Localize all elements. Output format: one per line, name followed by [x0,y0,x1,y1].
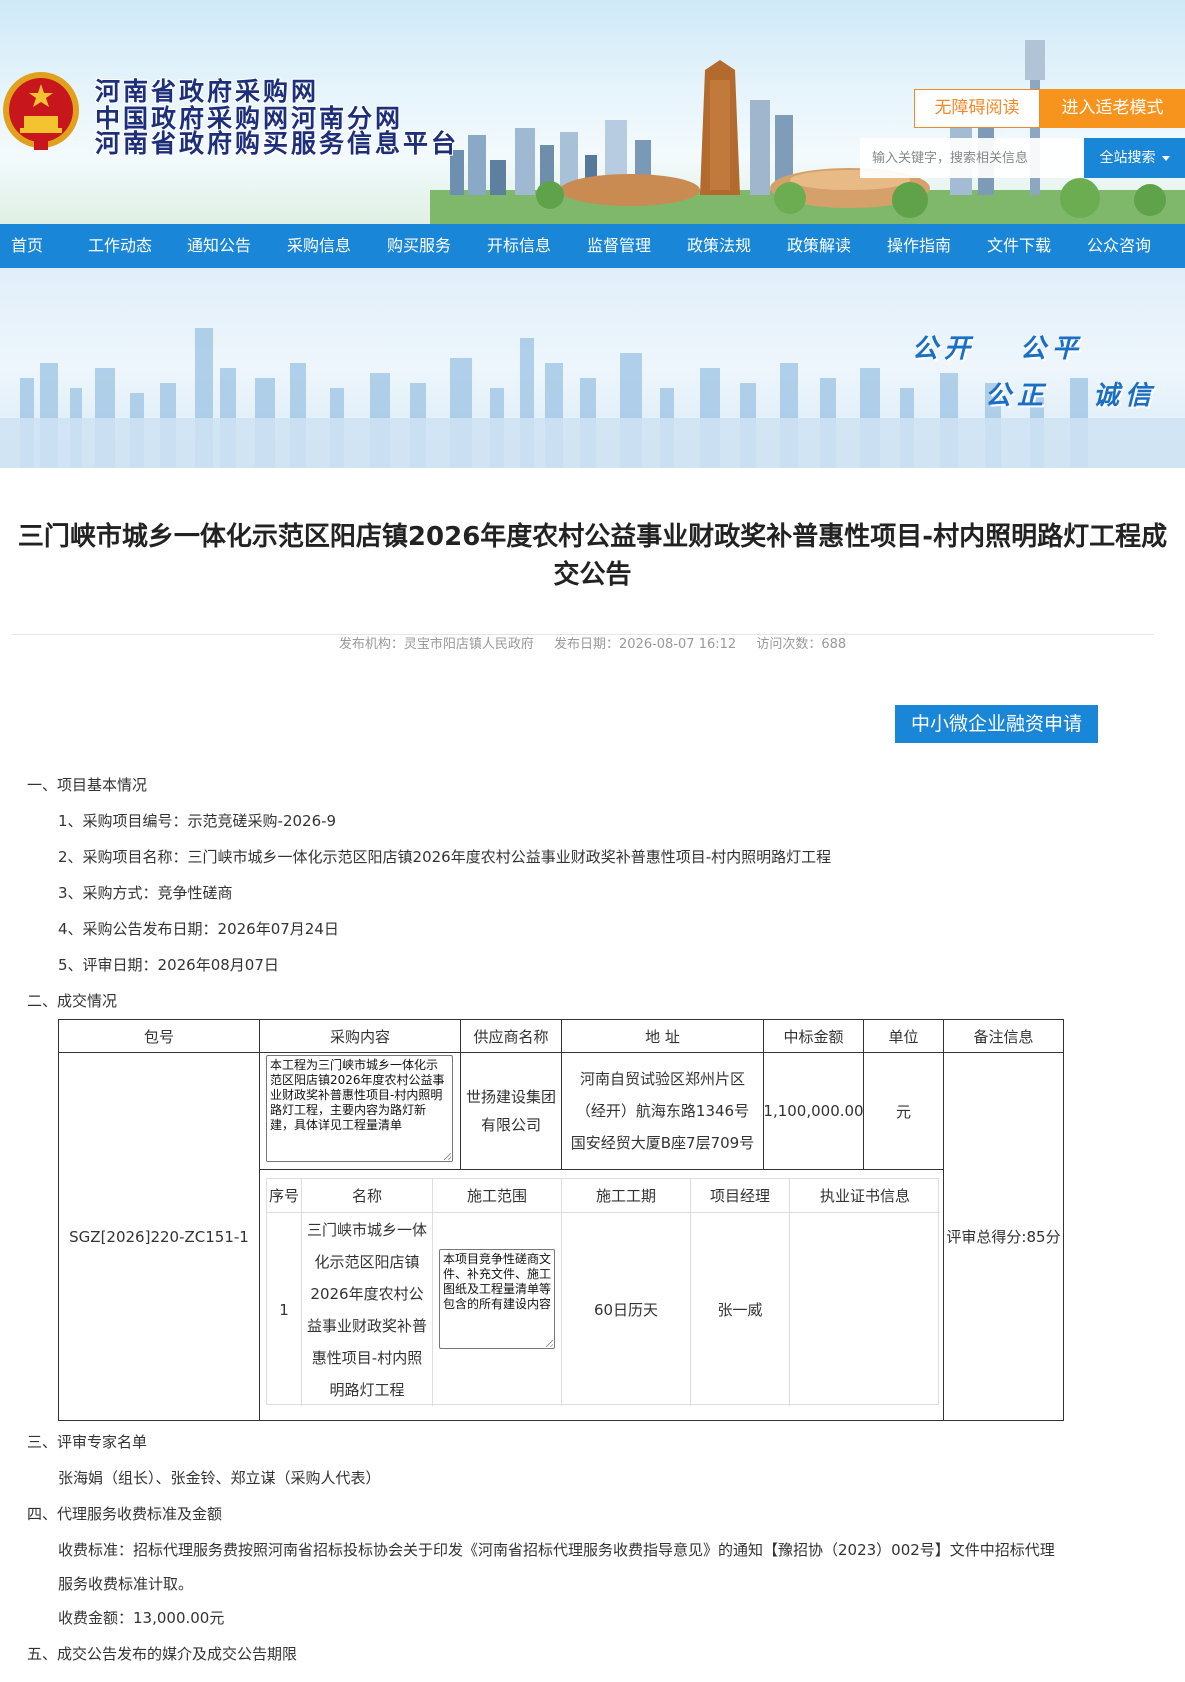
chevron-down-icon [1161,155,1170,161]
project-info-item: 2、采购项目名称：三门峡市城乡一体化示范区阳店镇2026年度农村公益事业财政奖补… [58,848,832,866]
table-cell-supplier: 世扬建设集团有限公司 [460,1052,562,1170]
resize-grip-icon[interactable] [546,1340,553,1347]
nav-item-notices[interactable]: 通知公告 [187,224,251,268]
table-header-content: 采购内容 [259,1019,461,1053]
sme-finance-apply-button[interactable]: 中小微企业融资申请 [895,705,1098,743]
table-header-supplier: 供应商名称 [460,1019,562,1053]
sub-cell-scope: 本项目竞争性磋商文件、补充文件、施工图纸及工程量清单等包含的所有建设内容 [433,1213,562,1406]
article-publisher: 发布机构：灵宝市阳店镇人民政府 [338,637,534,652]
section-heading-agency-fee: 四、代理服务收费标准及金额 [27,1505,223,1523]
site-search-button-label: 全站搜索 [1099,150,1156,166]
nav-item-work-news[interactable]: 工作动态 [88,224,152,268]
resize-grip-icon[interactable] [444,1153,451,1160]
project-info-item: 1、采购项目编号：示范竞磋采购-2026-9 [58,812,337,830]
slogan-banner: 公开 公平 公正 诚信 [0,268,1185,468]
nav-item-purchase-services[interactable]: 购买服务 [387,224,451,268]
nav-item-downloads[interactable]: 文件下载 [987,224,1051,268]
section-heading-media-period: 五、成交公告发布的媒介及成交公告期限 [27,1645,298,1663]
content-text: 本工程为三门峡市城乡一体化示范区阳店镇2026年度农村公益事业财政奖补普惠性项目… [270,1058,445,1132]
expert-list: 张海娟（组长）、张金铃、郑立谋（采购人代表） [58,1469,381,1487]
table-header-amount: 中标金额 [763,1019,864,1053]
sub-cell-period: 60日历天 [562,1213,691,1406]
project-info-item: 3、采购方式：竞争性磋商 [58,884,233,902]
section-heading-experts: 三、评审专家名单 [27,1433,148,1451]
scope-textarea[interactable]: 本项目竞争性磋商文件、补充文件、施工图纸及工程量清单等包含的所有建设内容 [439,1249,555,1349]
table-cell-remark: 评审总得分:85分 [943,1052,1064,1421]
sub-table: 序号 名称 施工范围 施工工期 项目经理 执业证书信息 1 三门峡市城乡一体化示… [266,1178,940,1406]
sub-header-no: 序号 [267,1179,302,1213]
table-cell-package-no: SGZ[2026]220-ZC151-1 [58,1052,260,1421]
article-title: 三门峡市城乡一体化示范区阳店镇2026年度农村公益事业财政奖补普惠性项目-村内照… [17,522,1168,590]
blue-skyline-illustration [0,328,1185,468]
city-skyline-illustration [430,40,1185,224]
sub-table-container: 序号 名称 施工范围 施工工期 项目经理 执业证书信息 1 三门峡市城乡一体化示… [259,1169,944,1421]
slogan-fairness: 公平 [1020,334,1085,364]
slogan-integrity: 诚信 [1093,381,1158,411]
table-header-remark: 备注信息 [943,1019,1064,1053]
search-input[interactable] [860,138,1084,178]
table-header-unit: 单位 [863,1019,944,1053]
sub-cell-manager: 张一威 [691,1213,790,1406]
sub-header-name: 名称 [302,1179,433,1213]
article-publish-date: 发布日期：2026-08-07 16:12 [554,637,737,652]
main-nav: 首页 工作动态 通知公告 采购信息 购买服务 开标信息 监督管理 政策法规 政策… [0,224,1185,268]
site-title-line3: 河南省政府购买服务信息平台 [95,129,460,158]
table-cell-amount: 1,100,000.00 [763,1052,864,1170]
nav-item-policies[interactable]: 政策法规 [687,224,751,268]
elder-mode-button[interactable]: 进入适老模式 [1040,89,1185,128]
content-textarea[interactable]: 本工程为三门峡市城乡一体化示范区阳店镇2026年度农村公益事业财政奖补普惠性项目… [266,1055,453,1162]
fee-standard-line2: 服务收费标准计取。 [58,1575,194,1593]
fee-standard-line1: 收费标准：招标代理服务费按照河南省招标投标协会关于印发《河南省招标代理服务收费指… [58,1541,1055,1559]
nav-item-policy-interpretation[interactable]: 政策解读 [787,224,851,268]
sub-header-certificate: 执业证书信息 [790,1179,940,1213]
site-header: 河南省政府采购网 中国政府采购网河南分网 河南省政府购买服务信息平台 无障碍阅读… [0,0,1185,224]
scope-text: 本项目竞争性磋商文件、补充文件、施工图纸及工程量清单等包含的所有建设内容 [443,1252,552,1311]
nav-item-procurement-info[interactable]: 采购信息 [287,224,351,268]
sub-cell-name: 三门峡市城乡一体化示范区阳店镇2026年度农村公益事业财政奖补普惠性项目-村内照… [302,1213,433,1406]
slogan-justice: 公正 [985,381,1050,411]
nav-item-home[interactable]: 首页 [11,224,43,268]
table-cell-content: 本工程为三门峡市城乡一体化示范区阳店镇2026年度农村公益事业财政奖补普惠性项目… [259,1052,461,1170]
nav-item-guide[interactable]: 操作指南 [887,224,951,268]
slogan-openness: 公开 [912,334,977,364]
article-visit-count: 访问次数：688 [756,637,847,652]
project-info-item: 4、采购公告发布日期：2026年07月24日 [58,920,339,938]
section-heading-award: 二、成交情况 [27,992,118,1010]
sub-cell-no: 1 [267,1213,302,1406]
sub-header-scope: 施工范围 [433,1179,562,1213]
project-info-item: 5、评审日期：2026年08月07日 [58,956,279,974]
section-heading-project-basics: 一、项目基本情况 [27,776,148,794]
article-meta: 发布机构：灵宝市阳店镇人民政府 发布日期：2026-08-07 16:12 访问… [0,634,1185,656]
national-emblem-icon [3,72,79,150]
sub-cell-certificate [790,1213,940,1406]
site-search-button[interactable]: 全站搜索 [1084,138,1185,178]
award-table: 包号 采购内容 供应商名称 地 址 中标金额 单位 备注信息 SGZ[2026]… [58,1019,1064,1421]
table-cell-unit: 元 [863,1052,944,1170]
fee-amount: 收费金额：13,000.00元 [58,1609,225,1627]
nav-item-supervision[interactable]: 监督管理 [587,224,651,268]
table-header-address: 地 址 [561,1019,764,1053]
nav-item-public-consult[interactable]: 公众咨询 [1087,224,1151,268]
nav-item-bid-opening[interactable]: 开标信息 [487,224,551,268]
accessibility-reading-button[interactable]: 无障碍阅读 [914,89,1040,128]
sub-header-period: 施工工期 [562,1179,691,1213]
table-cell-address: 河南自贸试验区郑州片区（经开）航海东路1346号国安经贸大厦B座7层709号 [561,1052,764,1170]
table-header-package: 包号 [58,1019,260,1053]
sub-header-manager: 项目经理 [691,1179,790,1213]
